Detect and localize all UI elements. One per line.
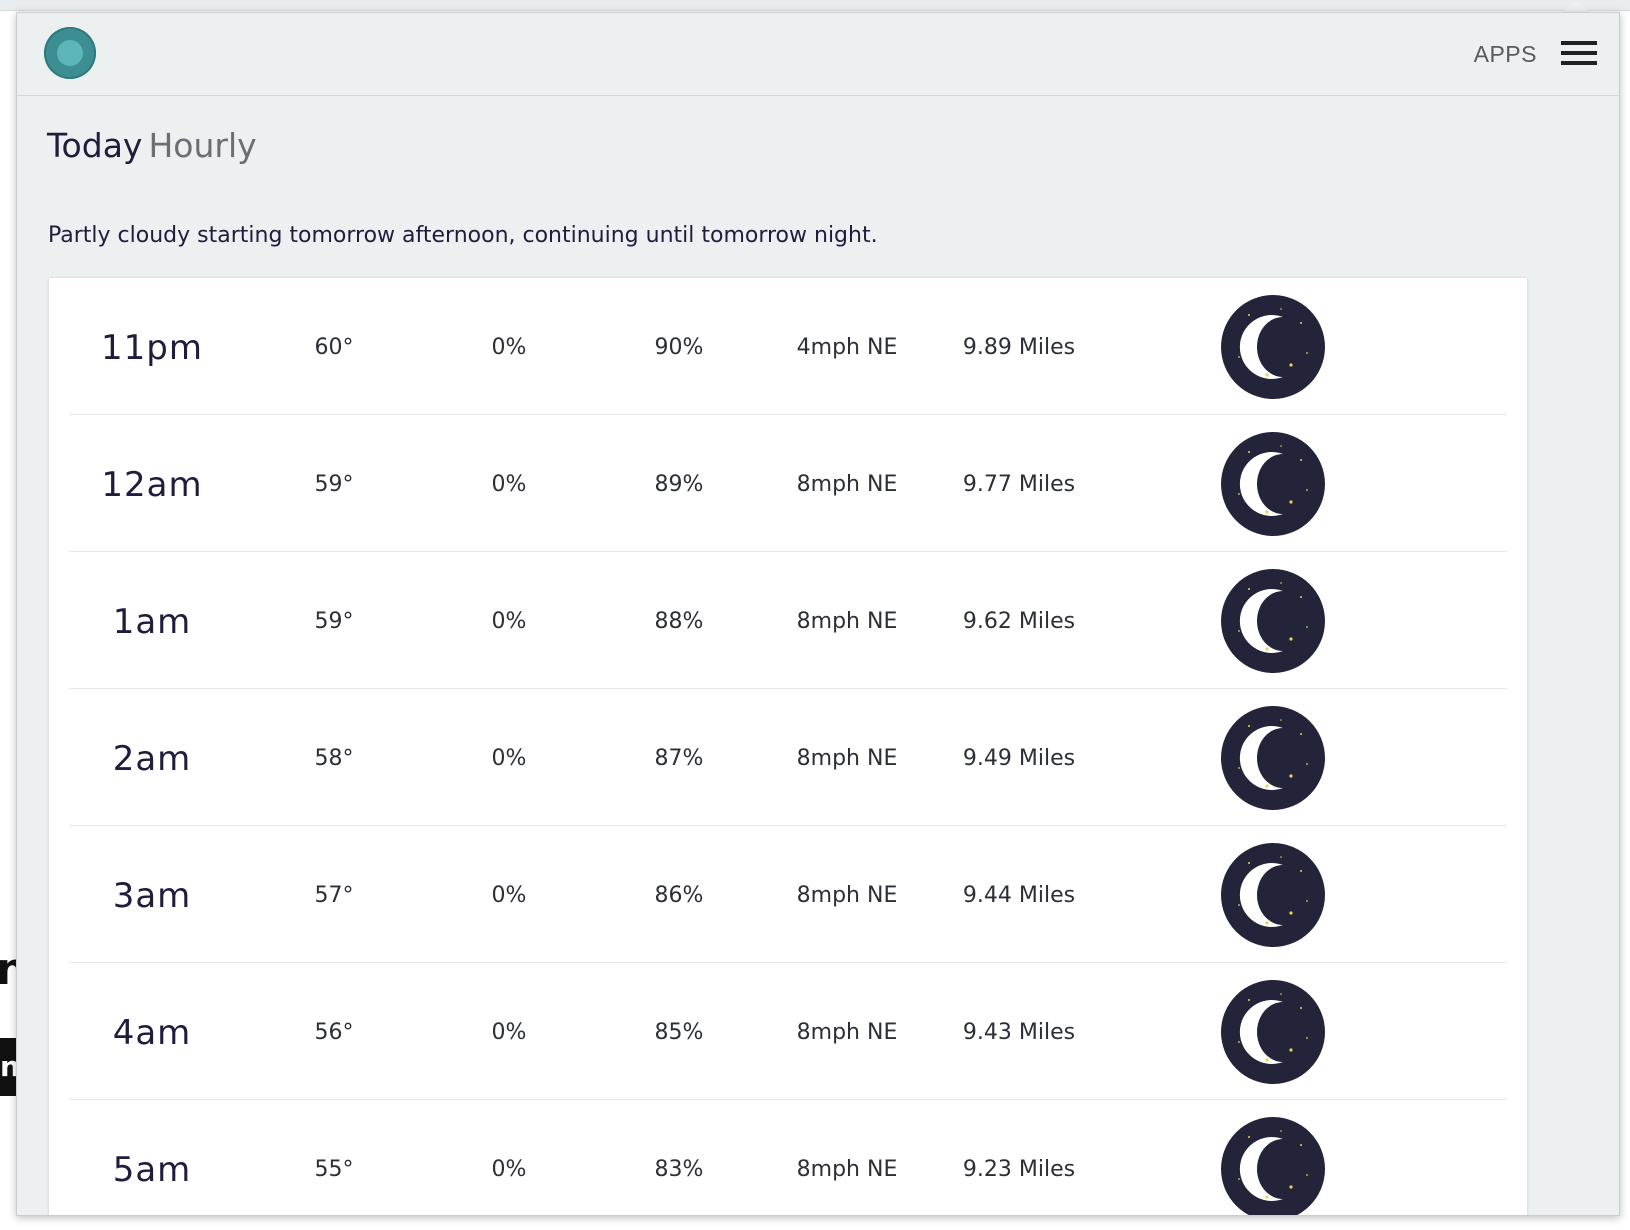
humidity-value: 85%: [654, 1020, 704, 1045]
wind-value: 8mph NE: [796, 1020, 898, 1045]
wind-value: 8mph NE: [796, 609, 898, 634]
logo-inner: [57, 40, 83, 66]
hourly-row: 1am 59° 0% 88% 8mph NE 9.62 Miles: [69, 552, 1507, 689]
view-tabs: Today Hourly: [47, 129, 257, 162]
humidity-value: 87%: [654, 746, 704, 771]
tab-today[interactable]: Today: [47, 126, 142, 165]
precip-chance-value: 0%: [491, 746, 527, 771]
hourly-forecast-list[interactable]: 11pm 60° 0% 90% 4mph NE 9.89 Miles 12am 59° 0% 89…: [49, 278, 1527, 1215]
humidity-value: 89%: [654, 472, 704, 497]
hourly-row: 2am 58° 0% 87% 8mph NE 9.49 Miles: [69, 689, 1507, 826]
popup-header: APPS: [17, 13, 1619, 96]
visibility-value: 9.89 Miles: [962, 335, 1076, 360]
temperature-value: 55°: [314, 1157, 354, 1182]
visibility-value: 9.43 Miles: [962, 1020, 1076, 1045]
hour-label: 11pm: [101, 328, 203, 368]
weather-popup: APPS Today Hourly Partly cloudy starting …: [16, 12, 1620, 1216]
visibility-value: 9.62 Miles: [962, 609, 1076, 634]
precip-chance-value: 0%: [491, 335, 527, 360]
wind-value: 4mph NE: [796, 335, 898, 360]
temperature-value: 59°: [314, 609, 354, 634]
tab-hourly[interactable]: Hourly: [148, 126, 256, 165]
hamburger-menu-icon[interactable]: [1561, 41, 1597, 67]
precip-chance-value: 0%: [491, 609, 527, 634]
precip-chance-value: 0%: [491, 1157, 527, 1182]
hour-label: 3am: [112, 876, 192, 916]
temperature-value: 58°: [314, 746, 354, 771]
logo-icon[interactable]: [44, 27, 96, 79]
visibility-value: 9.23 Miles: [962, 1157, 1076, 1182]
precip-chance-value: 0%: [491, 472, 527, 497]
precip-chance-value: 0%: [491, 1020, 527, 1045]
hourly-row: 5am 55° 0% 83% 8mph NE 9.23 Miles: [69, 1100, 1507, 1215]
temperature-value: 56°: [314, 1020, 354, 1045]
hour-label: 12am: [101, 465, 203, 505]
visibility-value: 9.44 Miles: [962, 883, 1076, 908]
forecast-summary: Partly cloudy starting tomorrow afternoo…: [48, 223, 878, 248]
precip-chance-value: 0%: [491, 883, 527, 908]
hourly-row: 3am 57° 0% 86% 8mph NE 9.44 Miles: [69, 826, 1507, 963]
clear-night-icon: [1221, 432, 1325, 536]
popup-caret: [1562, 0, 1590, 12]
clear-night-icon: [1221, 569, 1325, 673]
hour-label: 1am: [112, 602, 192, 642]
humidity-value: 88%: [654, 609, 704, 634]
hour-label: 4am: [112, 1013, 192, 1053]
temperature-value: 59°: [314, 472, 354, 497]
clear-night-icon: [1221, 1117, 1325, 1215]
clear-night-icon: [1221, 295, 1325, 399]
hourly-row: 11pm 60° 0% 90% 4mph NE 9.89 Miles: [69, 278, 1507, 415]
humidity-value: 90%: [654, 335, 704, 360]
wind-value: 8mph NE: [796, 883, 898, 908]
menu-bar: [1561, 51, 1597, 55]
menu-bar: [1561, 61, 1597, 65]
hourly-row: 12am 59° 0% 89% 8mph NE 9.77 Miles: [69, 415, 1507, 552]
hourly-row: 4am 56° 0% 85% 8mph NE 9.43 Miles: [69, 963, 1507, 1100]
wind-value: 8mph NE: [796, 472, 898, 497]
humidity-value: 86%: [654, 883, 704, 908]
visibility-value: 9.77 Miles: [962, 472, 1076, 497]
menu-bar: [1561, 41, 1597, 45]
backdrop-button-fragment: n: [0, 1038, 16, 1096]
wind-value: 8mph NE: [796, 746, 898, 771]
hour-label: 5am: [112, 1150, 192, 1190]
temperature-value: 57°: [314, 883, 354, 908]
hour-label: 2am: [112, 739, 192, 779]
visibility-value: 9.49 Miles: [962, 746, 1076, 771]
clear-night-icon: [1221, 843, 1325, 947]
clear-night-icon: [1221, 706, 1325, 810]
humidity-value: 83%: [654, 1157, 704, 1182]
backdrop-toolbar-strip: [0, 0, 1630, 11]
apps-link[interactable]: APPS: [1474, 41, 1537, 68]
wind-value: 8mph NE: [796, 1157, 898, 1182]
clear-night-icon: [1221, 980, 1325, 1084]
temperature-value: 60°: [314, 335, 354, 360]
